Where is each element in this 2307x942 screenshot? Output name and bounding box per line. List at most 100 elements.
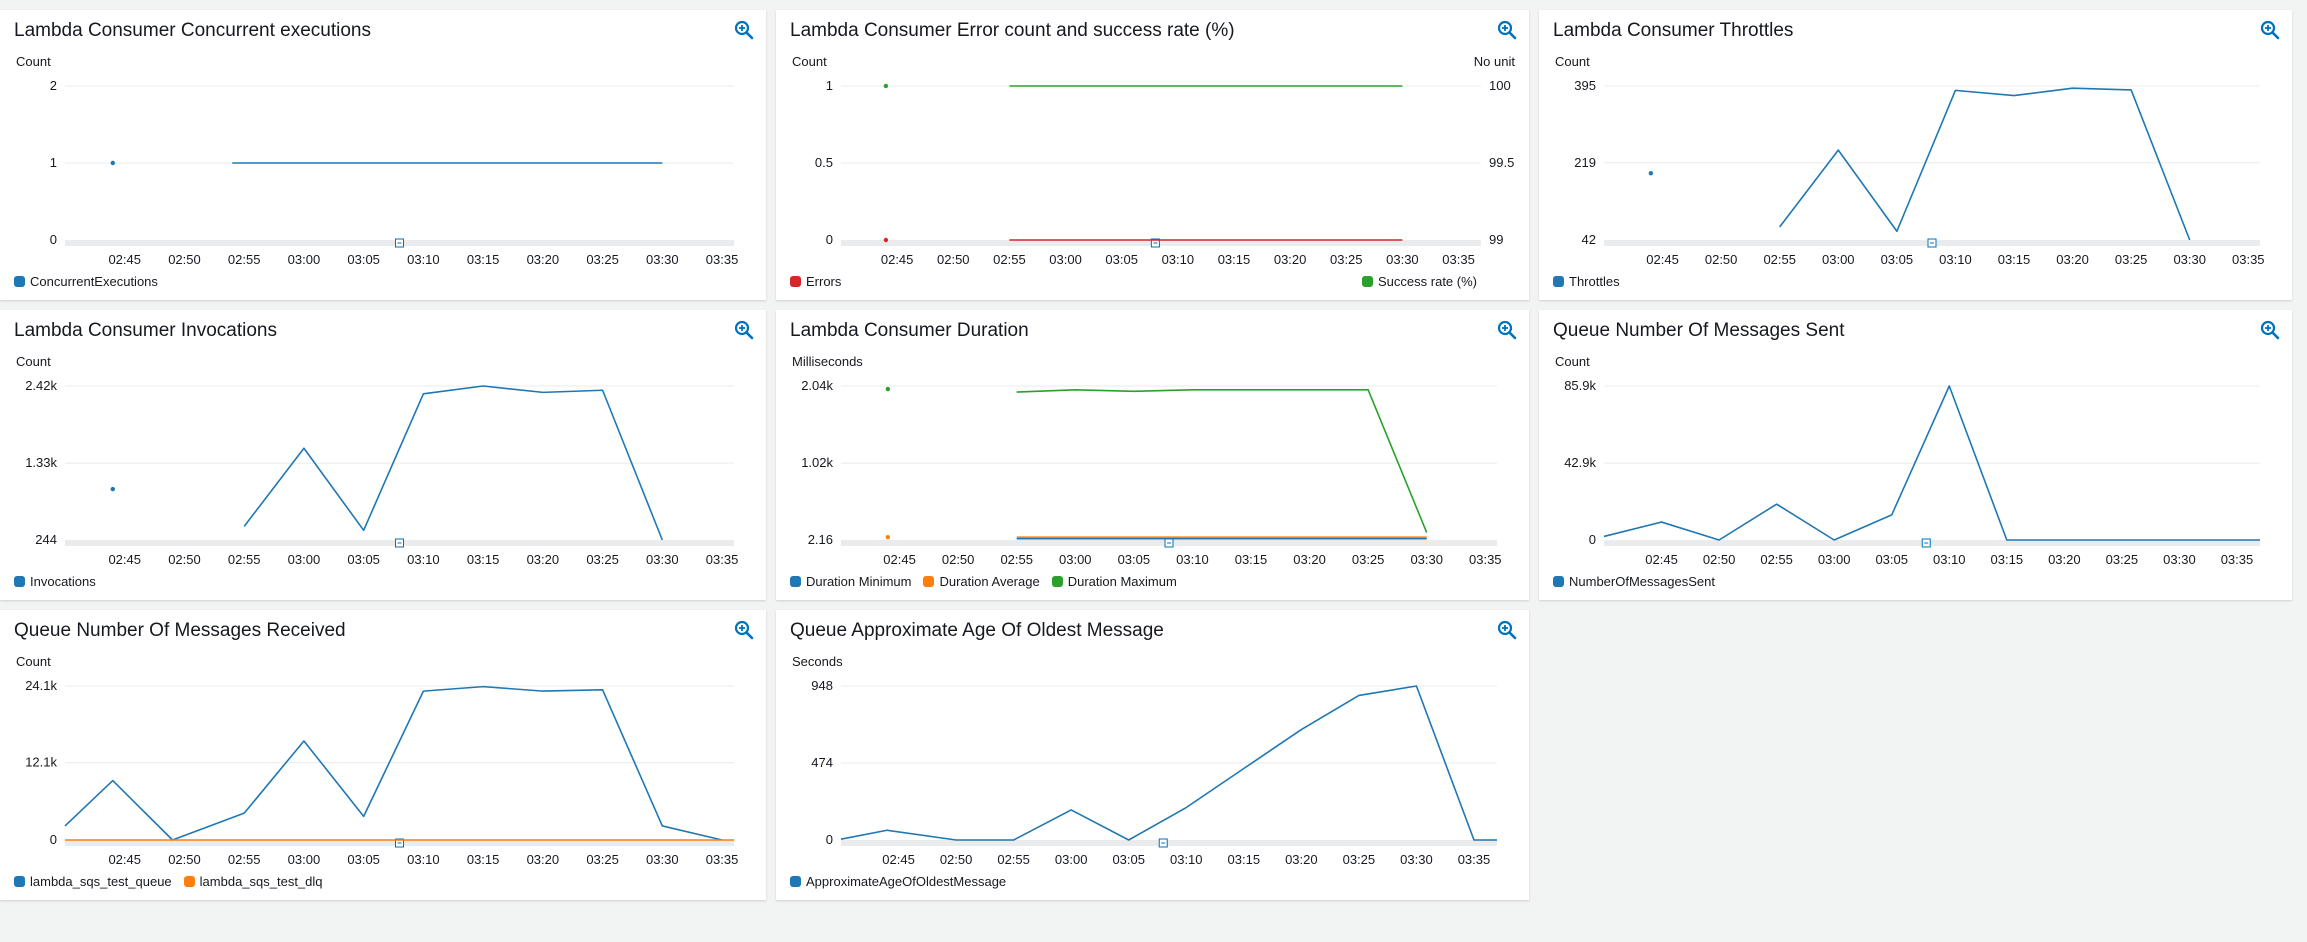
legend-swatch — [14, 876, 25, 887]
x-tick-label: 03:25 — [1352, 552, 1385, 567]
legend-item-duration-minimum[interactable]: Duration Minimum — [790, 574, 911, 589]
y-tick-label-right: 100 — [1489, 78, 1511, 93]
x-tick-label: 03:00 — [288, 852, 321, 867]
chart-legend: NumberOfMessagesSent — [1553, 574, 1715, 589]
chart-plot: 0 474 948 02:45 02:50 02:55 03:00 03:05 03:10 03:… — [811, 678, 1497, 867]
x-tick-label: 02:50 — [1705, 252, 1738, 267]
x-tick-label: 02:45 — [883, 552, 916, 567]
x-tick-label: 02:45 — [881, 252, 914, 267]
x-tick-label: 03:30 — [2163, 552, 2196, 567]
widget-messages-sent: Queue Number Of Messages Sent Count 0 42.… — [1539, 310, 2292, 600]
y-tick-label: 0 — [1589, 532, 1596, 547]
x-tick-label: 02:50 — [168, 552, 201, 567]
data-point — [1648, 171, 1654, 176]
x-tick-label: 03:35 — [1458, 852, 1491, 867]
x-tick-label: 03:15 — [467, 252, 500, 267]
x-tick-label: 03:15 — [1228, 852, 1261, 867]
x-tick-label: 02:55 — [228, 852, 261, 867]
legend-swatch — [790, 876, 801, 887]
y-tick-label: 2.42k — [25, 378, 57, 393]
widget-error-count-success-rate: Lambda Consumer Error count and success … — [776, 10, 1529, 300]
legend-label: Duration Minimum — [806, 574, 912, 589]
legend-item-concurrent-executions[interactable]: ConcurrentExecutions — [14, 274, 158, 289]
y-tick-label: 1.33k — [25, 455, 57, 470]
legend-label: Duration Average — [939, 574, 1040, 589]
legend-swatch — [14, 276, 25, 287]
y-tick-label: 0 — [50, 232, 57, 247]
x-tick-label: 03:35 — [2232, 252, 2265, 267]
legend-item-duration-maximum[interactable]: Duration Maximum — [1051, 574, 1177, 589]
chart-legend: ConcurrentExecutions — [14, 274, 158, 289]
data-point — [110, 160, 115, 166]
y-tick-label: 219 — [1574, 155, 1596, 170]
x-tick-label: 03:35 — [706, 552, 739, 567]
x-tick-label: 03:00 — [1822, 252, 1855, 267]
x-tick-label: 03:25 — [1343, 852, 1376, 867]
chart-plot: 0 12.1k 24.1k 02:45 02:50 02:55 03:00 03:05 03:1… — [25, 678, 738, 867]
chart-plot: 42 219 395 02:45 02:50 02:55 03:00 03:05 03:10 03… — [1574, 78, 2265, 267]
y-tick-label: 0 — [826, 232, 833, 247]
legend-item-test-queue[interactable]: lambda_sqs_test_queue — [14, 874, 172, 889]
chart-legend: lambda_sqs_test_queue lambda_sqs_test_dl… — [14, 874, 323, 889]
y-tick-label: 2.16 — [808, 532, 833, 547]
x-tick-label: 03:10 — [1176, 552, 1209, 567]
legend-label: Success rate (%) — [1378, 274, 1477, 289]
x-tick-label: 03:20 — [527, 252, 560, 267]
x-tick-label: 03:05 — [347, 552, 380, 567]
x-tick-label: 03:10 — [1170, 852, 1203, 867]
legend-label: lambda_sqs_test_queue — [30, 874, 172, 889]
x-tick-label: 03:25 — [586, 252, 619, 267]
widget-age-oldest-message: Queue Approximate Age Of Oldest Message … — [776, 610, 1529, 900]
chart-plot: 0 1 2 02:45 02:50 02:55 03:00 03:05 03:10 03:15 03… — [50, 78, 739, 267]
widget-invocations: Lambda Consumer Invocations Count 244 1.3… — [0, 310, 766, 600]
x-tick-label: 02:45 — [1645, 552, 1678, 567]
x-tick-label: 03:05 — [1118, 552, 1151, 567]
y-tick-label: 1 — [50, 155, 57, 170]
x-tick-label: 03:10 — [407, 252, 440, 267]
legend-item-success-rate[interactable]: Success rate (%) — [1362, 274, 1477, 289]
legend-item-invocations[interactable]: Invocations — [14, 574, 96, 589]
x-tick-label: 03:00 — [288, 252, 321, 267]
y-tick-label: 0.5 — [815, 155, 833, 170]
x-tick-label: 03:15 — [1998, 252, 2031, 267]
chart-legend: Invocations — [14, 574, 96, 589]
data-point — [885, 534, 891, 540]
x-tick-label: 03:35 — [706, 252, 739, 267]
x-tick-label: 03:10 — [407, 852, 440, 867]
x-tick-label: 03:25 — [1330, 252, 1363, 267]
x-tick-label: 02:55 — [1763, 252, 1796, 267]
legend-item-duration-average[interactable]: Duration Average — [923, 574, 1040, 589]
x-tick-label: 03:10 — [1933, 552, 1966, 567]
x-tick-label: 02:50 — [1703, 552, 1736, 567]
legend-label: Duration Maximum — [1067, 574, 1177, 589]
data-point — [883, 83, 889, 89]
y-tick-label: 24.1k — [25, 678, 57, 693]
x-tick-label: 02:55 — [228, 552, 261, 567]
x-tick-label: 03:35 — [2221, 552, 2254, 567]
x-axis-band — [1604, 540, 2260, 546]
x-tick-label: 03:35 — [1442, 252, 1475, 267]
x-tick-label: 02:45 — [108, 252, 141, 267]
legend-swatch — [183, 876, 195, 887]
legend-swatch — [790, 576, 801, 587]
x-tick-label: 03:10 — [1162, 252, 1195, 267]
x-tick-label: 03:05 — [1881, 252, 1914, 267]
legend-item-messages-sent[interactable]: NumberOfMessagesSent — [1553, 574, 1715, 589]
x-tick-label: 03:35 — [1469, 552, 1502, 567]
y-tick-label-right: 99 — [1489, 232, 1503, 247]
data-point — [883, 237, 889, 243]
x-tick-label: 02:55 — [997, 852, 1030, 867]
legend-item-throttles[interactable]: Throttles — [1553, 274, 1620, 289]
chart-plot: 244 1.33k 2.42k 02:45 02:50 02:55 03:00 03:05 03… — [25, 378, 739, 567]
legend-item-test-dlq[interactable]: lambda_sqs_test_dlq — [183, 874, 323, 889]
x-axis-band — [841, 840, 1497, 846]
legend-item-errors[interactable]: Errors — [790, 274, 841, 289]
x-tick-label: 02:45 — [108, 852, 141, 867]
x-tick-label: 03:25 — [586, 852, 619, 867]
x-tick-label: 03:20 — [2048, 552, 2081, 567]
legend-item-age-oldest-message[interactable]: ApproximateAgeOfOldestMessage — [790, 874, 1006, 889]
x-tick-label: 03:15 — [1218, 252, 1251, 267]
legend-label: ConcurrentExecutions — [30, 274, 158, 289]
y-tick-label: 0 — [50, 832, 57, 847]
x-tick-label: 03:25 — [2106, 552, 2139, 567]
